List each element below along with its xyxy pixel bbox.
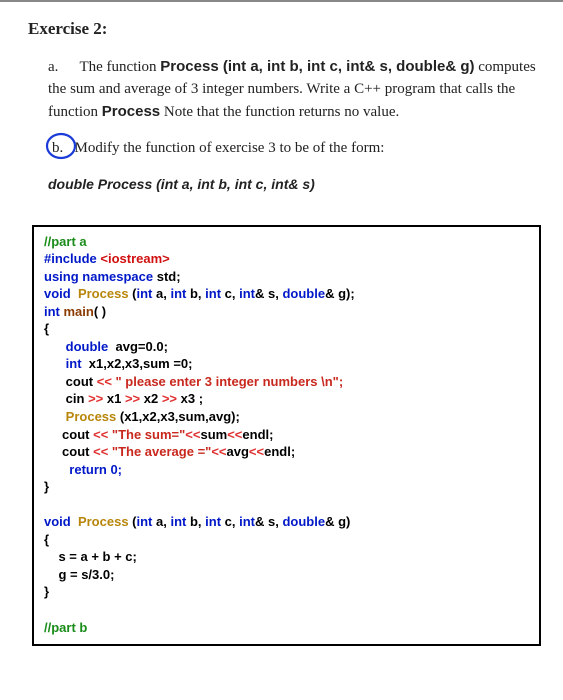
t: c, (225, 286, 239, 301)
signature-line: double Process (int a, int b, int c, int… (28, 174, 545, 195)
t: << (93, 427, 112, 442)
para-a-body2: Note that the function returns no value. (160, 104, 399, 120)
t: } (44, 478, 529, 496)
t: endl; (242, 427, 273, 442)
para-a-proc: Process (102, 103, 160, 120)
t: << (211, 444, 226, 459)
t: double (44, 339, 116, 354)
t: b, (190, 514, 205, 529)
t: Process (78, 514, 132, 529)
t: endl; (264, 444, 295, 459)
t: avg=0.0; (116, 339, 168, 354)
para-a-sig: Process (int a, int b, int c, int& s, do… (160, 58, 474, 75)
t: x1,x2,x3,sum =0; (89, 356, 193, 371)
t: void (44, 514, 78, 529)
t: return 0; (44, 461, 529, 479)
t: void (44, 286, 78, 301)
label-a: a. (48, 56, 76, 79)
para-a-lead: The function (79, 59, 160, 75)
t: c, (225, 514, 239, 529)
t: } (44, 583, 529, 601)
code-iostream: <iostream> (100, 251, 169, 266)
t: << (249, 444, 264, 459)
code-partb-comment: //part b (44, 619, 529, 637)
t: int (170, 514, 190, 529)
t: int (205, 286, 225, 301)
t: int (170, 286, 190, 301)
t: Process (44, 409, 120, 424)
t: g = s/3.0; (44, 566, 529, 584)
label-b: b. (52, 140, 63, 156)
t: cout (44, 444, 93, 459)
exercise-title: Exercise 2: (28, 16, 545, 42)
t: int (239, 514, 255, 529)
t: " please enter 3 integer numbers \n"; (116, 374, 344, 389)
t: x1 (107, 391, 125, 406)
t: << (93, 444, 112, 459)
t: & s, (255, 514, 282, 529)
code-std: std; (157, 269, 181, 284)
t: avg (227, 444, 249, 459)
t: int (44, 304, 64, 319)
t: "The sum=" (112, 427, 185, 442)
part-a-paragraph: a. The function Process (int a, int b, i… (28, 56, 545, 124)
t: cin (44, 391, 88, 406)
t: double (282, 514, 325, 529)
t: double (282, 286, 325, 301)
t: int (137, 514, 157, 529)
t: cout (44, 374, 97, 389)
t: >> (162, 391, 181, 406)
t: (x1,x2,x3,sum,avg); (120, 409, 240, 424)
t: cout (44, 427, 93, 442)
t: "The average =" (112, 444, 211, 459)
t: ( ) (94, 304, 106, 319)
t: & g); (325, 286, 355, 301)
t: x3 ; (181, 391, 203, 406)
t: b, (190, 286, 205, 301)
page-content: Exercise 2: a. The function Process (int… (0, 2, 563, 656)
t: int (205, 514, 225, 529)
t: << (227, 427, 242, 442)
t: main (64, 304, 94, 319)
t: a, (156, 514, 170, 529)
t: x2 (144, 391, 162, 406)
t: Process (78, 286, 132, 301)
code-include: #include (44, 251, 100, 266)
code-using: using namespace (44, 269, 157, 284)
code-block: //part a #include <iostream> using names… (32, 225, 541, 647)
t: int (137, 286, 157, 301)
t: a, (156, 286, 170, 301)
code-comment: //part a (44, 234, 87, 249)
t: { (44, 531, 529, 549)
t: int (239, 286, 255, 301)
part-b-row: b. Modify the function of exercise 3 to … (28, 137, 545, 160)
t: s = a + b + c; (44, 548, 529, 566)
t: { (44, 320, 529, 338)
t: & s, (255, 286, 282, 301)
t: << (97, 374, 116, 389)
t: << (185, 427, 200, 442)
t: sum (200, 427, 227, 442)
t: & g) (325, 514, 350, 529)
t (44, 496, 529, 514)
part-b-text: Modify the function of exercise 3 to be … (75, 140, 385, 156)
t: int (44, 356, 89, 371)
t: >> (125, 391, 144, 406)
t (44, 601, 529, 619)
t: >> (88, 391, 107, 406)
